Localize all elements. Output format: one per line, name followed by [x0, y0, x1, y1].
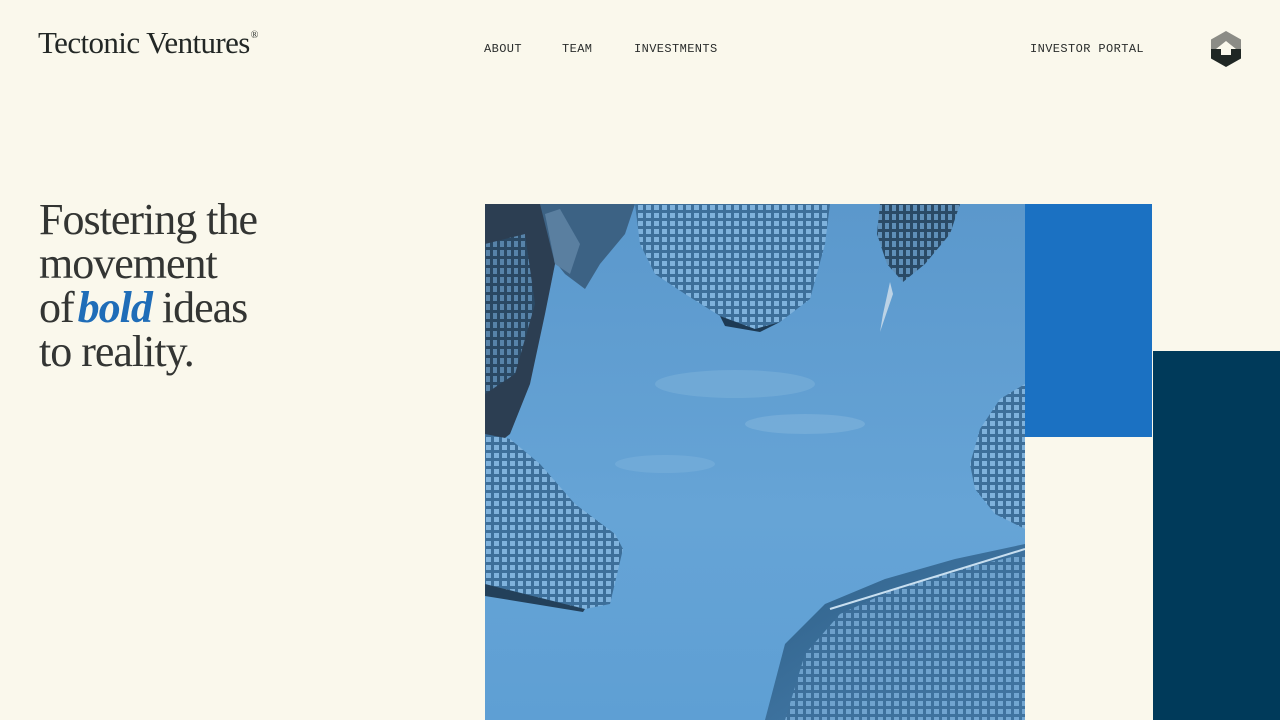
brand-name: Tectonic Ventures [38, 25, 250, 60]
nav-link-about[interactable]: ABOUT [484, 42, 562, 56]
headline-line-3: ofbold ideas [39, 286, 257, 330]
hexagon-logo-icon[interactable] [1208, 29, 1244, 69]
hero-headline: Fostering the movement ofbold ideas to re… [39, 195, 258, 376]
headline-line-1: Fostering the [39, 195, 258, 244]
skyscrapers-looking-up-photo [485, 204, 1025, 720]
accent-block-navy [1153, 351, 1280, 720]
registered-mark: ® [250, 30, 259, 41]
nav-link-team[interactable]: TEAM [562, 42, 634, 56]
headline-line-2: movement [39, 239, 218, 288]
nav-link-investments[interactable]: INVESTMENTS [634, 42, 718, 56]
main-nav: ABOUT TEAM INVESTMENTS [484, 42, 718, 56]
headline-ideas: ideas [161, 283, 248, 332]
headline-of: of [39, 283, 75, 332]
headline-emphasis-bold: bold [77, 283, 153, 332]
headline-line-4: to reality. [39, 327, 195, 376]
accent-block-blue [1025, 204, 1152, 437]
investor-portal-link[interactable]: INVESTOR PORTAL [1030, 42, 1144, 56]
brand-logo[interactable]: Tectonic Ventures® [38, 27, 258, 58]
